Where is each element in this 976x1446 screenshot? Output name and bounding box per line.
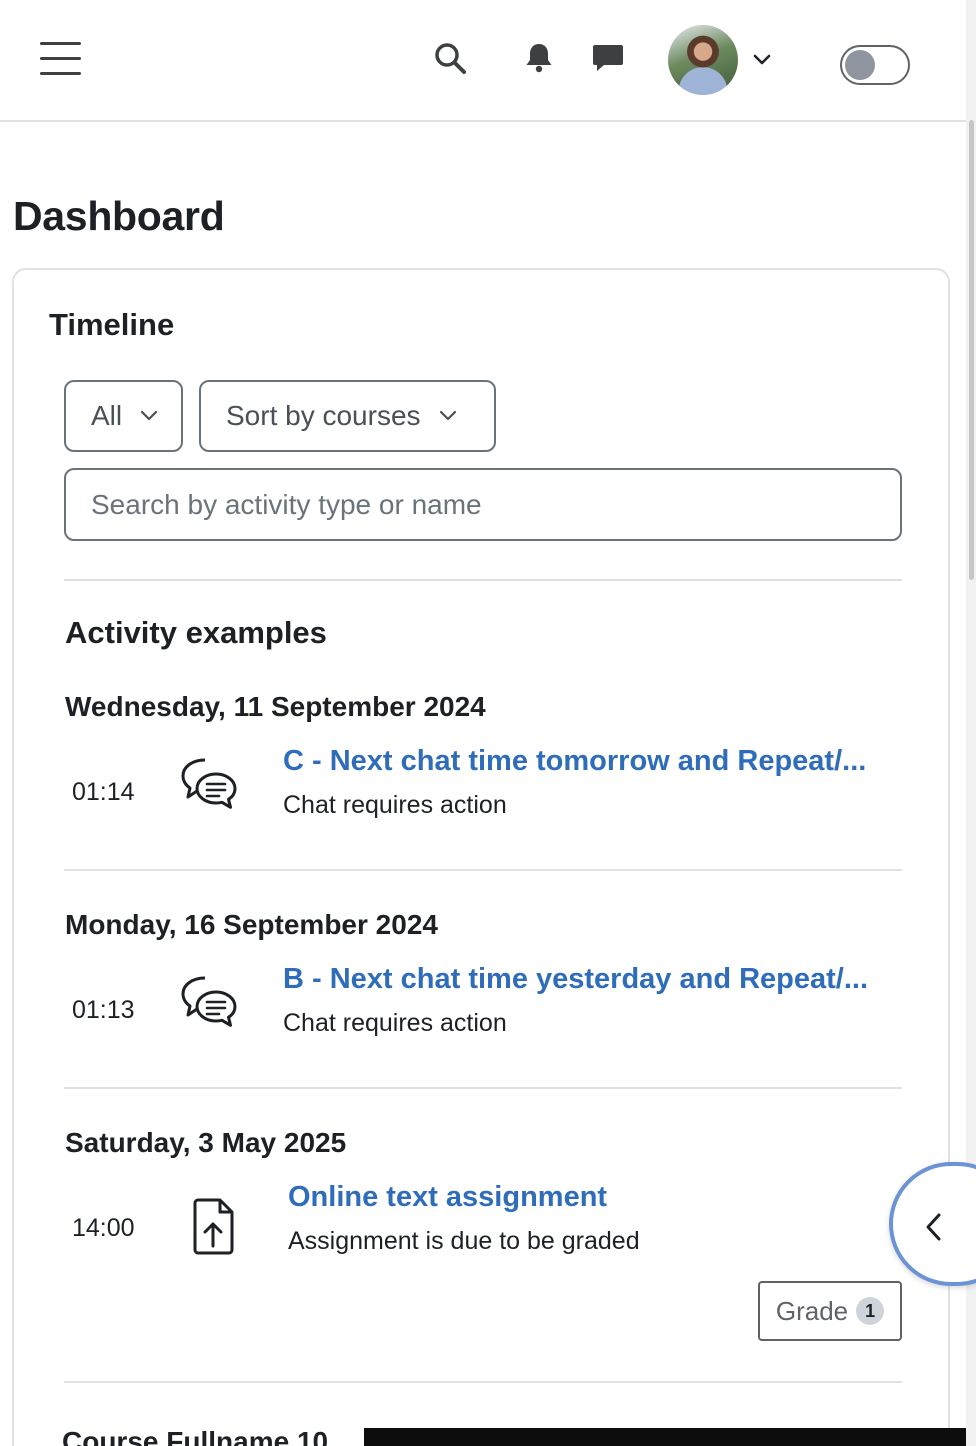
notification-toast	[364, 1428, 966, 1446]
sort-dropdown-label: Sort by courses	[226, 400, 421, 431]
filter-dropdown[interactable]: All	[64, 380, 183, 452]
event-status: Assignment is due to be graded	[288, 1227, 640, 1255]
divider	[64, 579, 902, 581]
event-status: Chat requires action	[283, 1009, 507, 1037]
date-heading: Monday, 16 September 2024	[65, 909, 438, 940]
timeline-block: Timeline All Sort by courses Activity ex…	[12, 268, 950, 1446]
divider	[64, 1381, 902, 1383]
chat-icon	[181, 758, 237, 809]
chevron-down-icon	[439, 410, 456, 421]
event-link[interactable]: C - Next chat time tomorrow and Repeat/.…	[283, 745, 897, 778]
chevron-down-icon[interactable]	[752, 52, 772, 68]
bell-icon[interactable]	[521, 40, 557, 76]
divider	[64, 1087, 902, 1089]
event-time: 01:13	[72, 996, 135, 1024]
scrollbar-thumb[interactable]	[969, 120, 974, 580]
grade-button-label: Grade	[775, 1295, 849, 1326]
toggle-knob	[845, 50, 875, 80]
event-time: 01:14	[72, 778, 135, 806]
grade-count-badge: 1	[856, 1297, 885, 1325]
divider	[64, 869, 902, 871]
assignment-upload-icon	[193, 1198, 234, 1255]
date-heading: Saturday, 3 May 2025	[65, 1127, 347, 1158]
event-status: Chat requires action	[283, 791, 507, 819]
chat-icon	[181, 976, 237, 1027]
sort-dropdown[interactable]: Sort by courses	[199, 380, 496, 452]
event-link[interactable]: Online text assignment	[288, 1181, 902, 1214]
page: Dashboard Timeline All Sort by courses A…	[0, 0, 976, 1446]
page-title: Dashboard	[13, 193, 225, 239]
event-time: 14:00	[72, 1214, 135, 1242]
edit-mode-toggle[interactable]	[840, 45, 910, 85]
avatar[interactable]	[668, 25, 738, 95]
top-navbar	[0, 0, 966, 122]
chat-bubble-icon[interactable]	[590, 40, 626, 76]
search-icon[interactable]	[432, 40, 468, 76]
event-link[interactable]: B - Next chat time yesterday and Repeat/…	[283, 963, 897, 996]
course-group-title: Course Fullname 10	[62, 1426, 329, 1446]
chevron-left-icon	[926, 1213, 941, 1241]
filter-dropdown-label: All	[91, 400, 123, 431]
date-heading: Wednesday, 11 September 2024	[65, 691, 486, 722]
search-input[interactable]	[64, 468, 902, 541]
timeline-title: Timeline	[49, 307, 175, 342]
grade-button[interactable]: Grade 1	[758, 1281, 902, 1341]
hamburger-icon[interactable]	[40, 42, 81, 76]
chevron-down-icon	[141, 410, 158, 421]
course-group-title: Activity examples	[65, 615, 327, 650]
